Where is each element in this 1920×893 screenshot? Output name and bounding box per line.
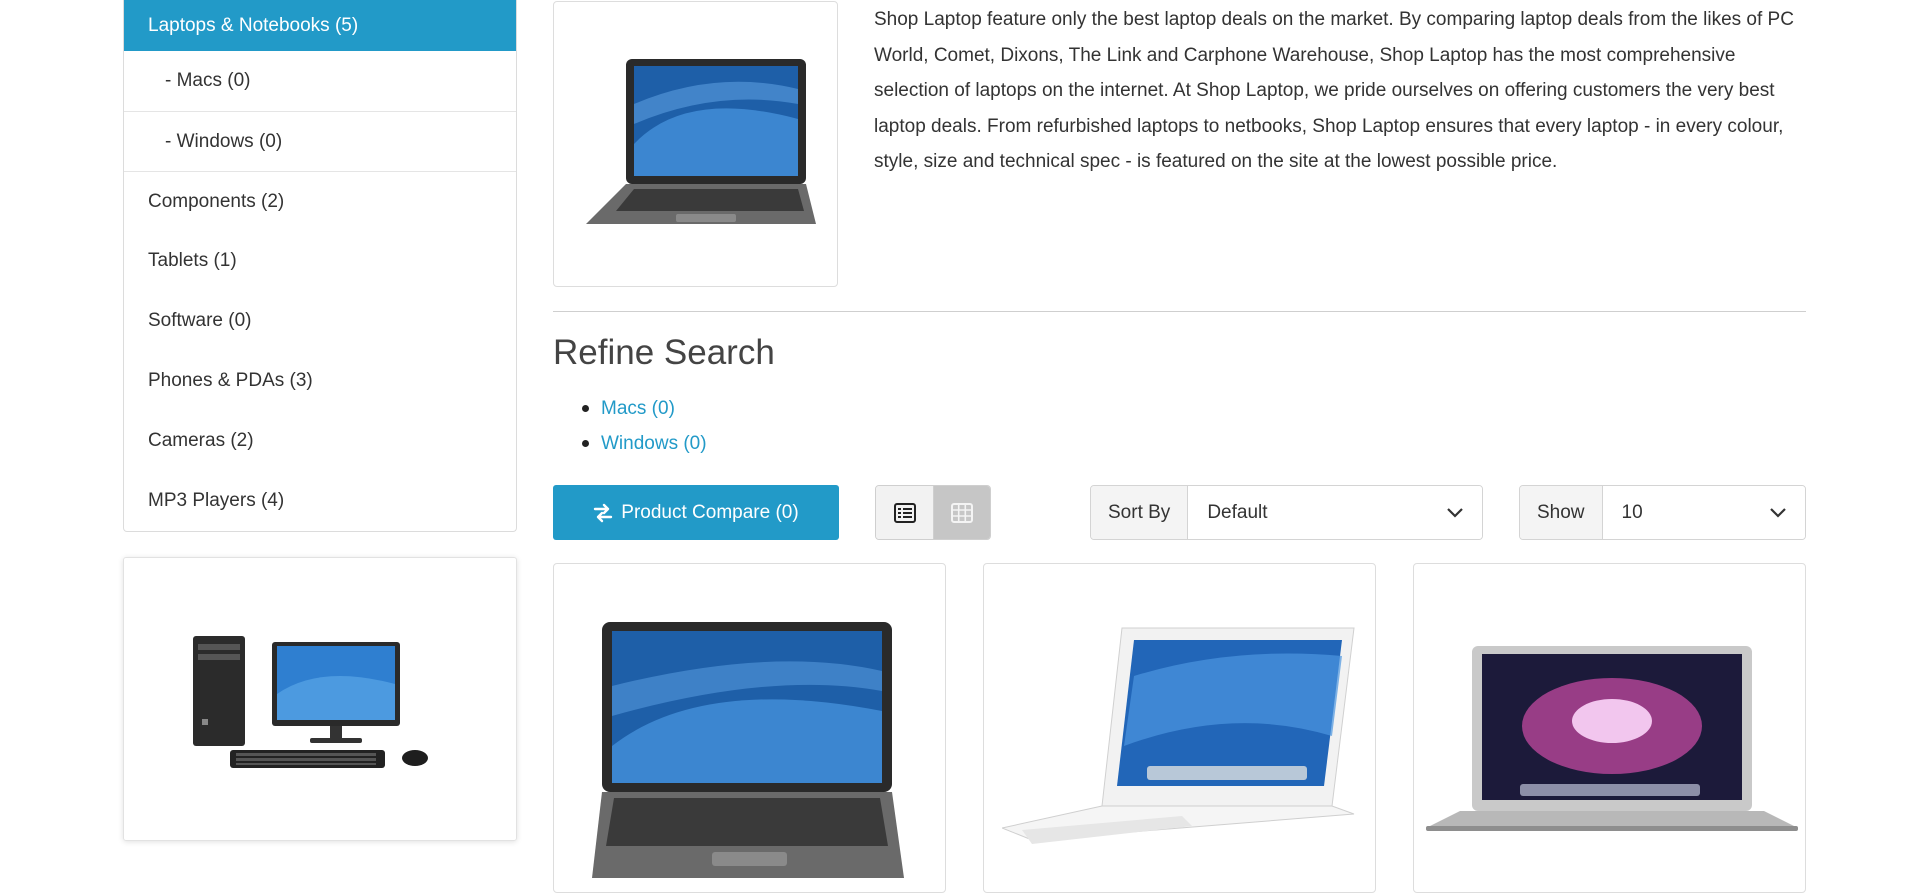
category-description: Shop Laptop feature only the best laptop…: [874, 9, 1794, 173]
refine-item: Macs (0): [553, 391, 707, 426]
bullet: [582, 440, 589, 447]
product-card[interactable]: [1413, 563, 1806, 893]
show-count-control: Show 10: [1519, 485, 1806, 540]
bullet: [582, 405, 589, 412]
show-count-value: 10: [1621, 501, 1643, 523]
category-components[interactable]: Components (2): [124, 171, 516, 231]
category-software[interactable]: Software (0): [124, 291, 516, 351]
product-image: [1425, 646, 1798, 831]
category-cameras[interactable]: Cameras (2): [124, 411, 516, 471]
refine-item: Windows (0): [553, 426, 707, 461]
refine-search-title: Refine Search: [553, 333, 775, 372]
category-thumbnail: [553, 1, 838, 287]
list-view-button[interactable]: [876, 486, 933, 539]
exchange-icon: [594, 503, 613, 522]
category-mp3[interactable]: MP3 Players (4): [124, 471, 516, 531]
product-card[interactable]: [983, 563, 1376, 893]
product-compare-button[interactable]: Product Compare (0): [553, 485, 839, 540]
category-sidebar: Laptops & Notebooks (5) - Macs (0) - Win…: [123, 0, 517, 532]
show-count-select[interactable]: 10: [1602, 486, 1805, 539]
sort-by-select[interactable]: Default: [1188, 486, 1482, 539]
category-phones[interactable]: Phones & PDAs (3): [124, 351, 516, 411]
category-tablets[interactable]: Tablets (1): [124, 231, 516, 291]
desktop-pc-image: [193, 636, 428, 768]
list-view-icon: [893, 502, 916, 523]
divider: [553, 311, 1806, 312]
view-toggle: [875, 485, 991, 540]
category-list: Laptops & Notebooks (5) - Macs (0) - Win…: [123, 0, 517, 532]
sort-by-label: Sort By: [1091, 486, 1189, 539]
refine-link-windows[interactable]: Windows (0): [601, 433, 707, 455]
category-macs[interactable]: - Macs (0): [124, 51, 516, 111]
grid-view-button[interactable]: [933, 486, 990, 539]
show-label: Show: [1520, 486, 1603, 539]
product-card[interactable]: [553, 563, 946, 893]
chevron-down-icon: [1447, 507, 1463, 518]
chevron-down-icon: [1770, 507, 1786, 518]
refine-search-list: Macs (0) Windows (0): [553, 391, 707, 461]
sort-by-value: Default: [1207, 501, 1268, 523]
product-compare-label: Product Compare (0): [621, 501, 799, 523]
category-laptops[interactable]: Laptops & Notebooks (5): [124, 0, 516, 51]
laptop-image: [585, 59, 816, 224]
sort-by-control: Sort By Default: [1090, 485, 1483, 540]
product-image: [1002, 627, 1355, 844]
grid-view-icon: [951, 502, 973, 523]
category-windows[interactable]: - Windows (0): [124, 111, 516, 171]
product-image: [592, 622, 904, 878]
refine-link-macs[interactable]: Macs (0): [601, 398, 675, 420]
sidebar-banner[interactable]: [123, 557, 517, 841]
